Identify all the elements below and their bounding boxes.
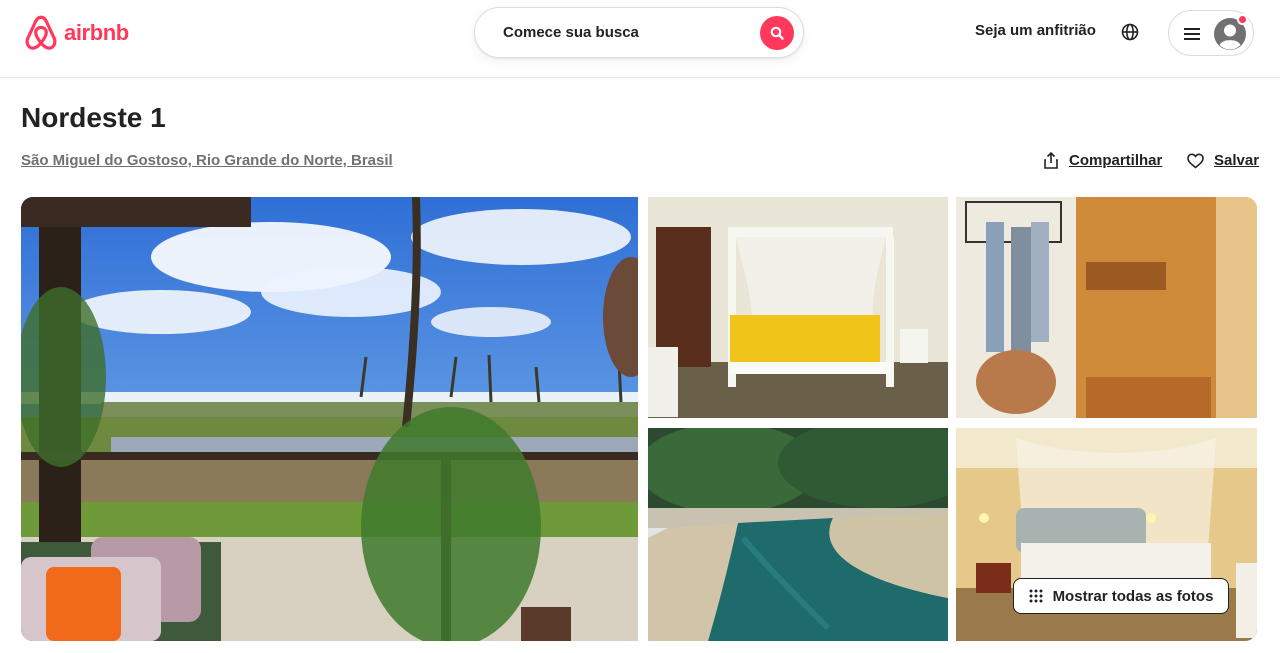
photo-veranda-ocean-view[interactable] [21,197,638,641]
share-button[interactable]: Compartilhar [1043,152,1162,169]
canopy-bedroom-image [648,197,948,418]
show-all-photos-label: Mostrar todas as fotos [1052,587,1214,605]
heart-icon [1187,152,1204,169]
airbnb-logo[interactable]: airbnb [24,14,129,52]
photo-pool[interactable] [648,428,948,641]
save-button[interactable]: Salvar [1187,152,1259,169]
share-icon [1044,152,1058,169]
notification-dot [1237,14,1248,25]
listing-title: Nordeste 1 [21,102,166,133]
bathroom-image [956,197,1257,418]
photo-canopy-bedroom[interactable] [648,197,948,418]
top-header: airbnb Comece sua busca Seja um anfitriã… [0,0,1280,78]
logo-text: airbnb [64,20,129,45]
search-icon [770,26,784,40]
show-all-photos-button[interactable]: Mostrar todas as fotos [1013,578,1229,614]
airbnb-logo-icon [25,15,57,50]
pool-image [648,428,948,641]
globe-icon[interactable] [1120,22,1140,42]
grid-dots-icon [1029,589,1043,603]
veranda-photo-image [21,197,638,641]
photo-gallery [21,197,1257,641]
share-label: Compartilhar [1069,152,1163,169]
search-bar[interactable]: Comece sua busca [474,7,804,58]
hamburger-menu-icon [1184,28,1200,40]
listing-location-link[interactable]: São Miguel do Gostoso, Rio Grande do Nor… [21,152,393,169]
save-label: Salvar [1214,152,1260,169]
search-button[interactable] [760,16,794,50]
photo-bathroom[interactable] [956,197,1257,418]
become-host-link[interactable]: Seja um anfitrião [975,22,1096,39]
user-menu-button[interactable] [1168,10,1254,56]
search-label: Comece sua busca [503,24,639,41]
